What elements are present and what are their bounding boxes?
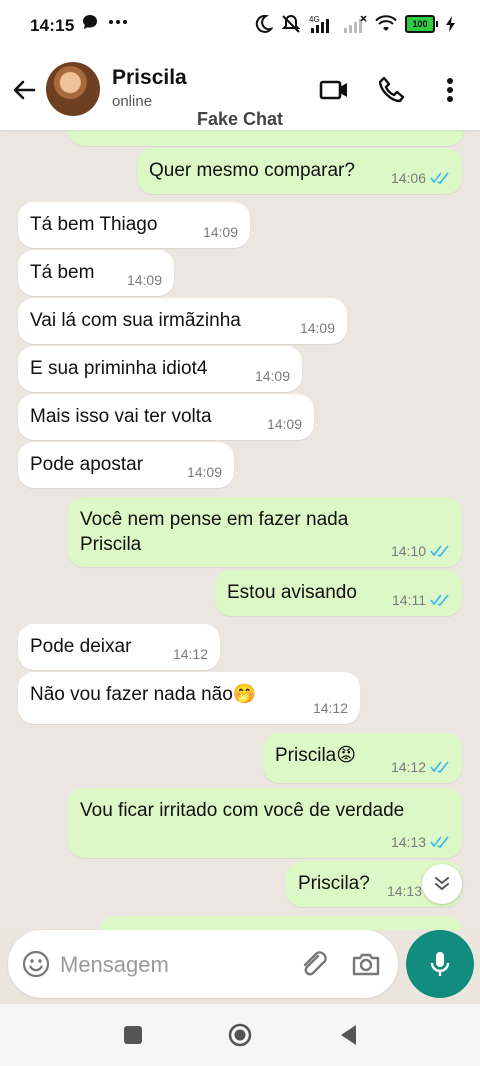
camera-icon[interactable] [350,948,382,980]
message-bubble-partial[interactable] [68,130,464,146]
message-bubble[interactable]: Pode deixar 14:12 [18,624,220,670]
message-time: 14:12 [390,759,426,775]
bell-off-icon [281,14,301,33]
chat-header: Priscila online Fake Chat [0,52,480,130]
message-bubble[interactable]: E sua priminha idiot4 14:09 [18,346,302,392]
contact-name[interactable]: Priscila [112,66,187,90]
message-text: Tá bem Thiago [30,214,158,235]
more-notifications-icon [109,20,127,24]
message-input[interactable] [58,946,292,984]
status-left-icons [82,14,128,30]
status-bar: 14:15 4G 100 [0,0,480,52]
battery-icon: 100 [405,15,438,33]
read-receipt-icon [430,761,449,773]
paperclip-icon[interactable] [298,948,330,980]
message-text: Vou ficar irritado com você de verdade [80,800,405,821]
message-text: Pode deixar [30,636,132,657]
message-text: Quer mesmo comparar? [149,160,355,181]
contact-status: online [112,93,153,110]
message-time: 14:09 [254,368,290,384]
message-time: 14:09 [202,224,238,240]
wifi-icon [375,15,397,31]
watermark-label: Fake Chat [196,109,284,129]
message-bubble[interactable]: Quer mesmo comparar? 14:06 [137,148,462,194]
more-options-icon[interactable] [434,74,466,106]
back-nav-icon[interactable] [336,1022,362,1048]
message-text: Priscila? [298,873,370,894]
message-list[interactable]: Quer mesmo comparar? 14:06 Tá bem Thiago… [0,130,480,930]
read-receipt-icon [430,172,449,184]
microphone-button[interactable] [406,930,474,998]
message-text: Vai lá com sua irmãzinha [30,310,241,331]
message-bubble[interactable]: Estou avisando 14:11 [215,570,462,616]
read-receipt-icon [430,836,449,848]
message-bubble[interactable]: Priscila😡 14:12 [263,733,462,783]
message-text: Priscila [275,745,337,766]
message-text-line1: Você nem pense em fazer nada [80,509,349,530]
status-right-icons: 4G 100 [253,14,456,34]
message-bubble[interactable]: Você nem pense em fazer nada Priscila 14… [68,497,462,567]
recent-apps-icon[interactable] [120,1022,146,1048]
message-time: 14:09 [126,272,162,288]
home-icon[interactable] [227,1022,253,1048]
message-time: 14:10 [390,543,426,559]
message-text: Tá bem [30,262,95,283]
avatar[interactable] [46,62,100,116]
message-text: E sua priminha idiot4 [30,358,208,379]
back-arrow-icon[interactable] [10,76,38,104]
message-bubble[interactable]: Mais isso vai ter volta 14:09 [18,394,314,440]
battery-level: 100 [405,15,435,33]
message-time: 14:09 [186,464,222,480]
signal-4g-icon: 4G [309,15,329,33]
read-receipt-icon [430,545,449,557]
charging-icon [446,16,455,32]
signal-icon [344,15,367,33]
message-bubble[interactable]: Não vou fazer nada não🤭 14:12 [18,672,360,724]
message-emoji: 😡 [336,745,357,766]
message-time: 14:13 [390,834,426,850]
system-nav-bar [0,1004,480,1066]
message-time: 14:09 [266,416,302,432]
message-emoji: 🤭 [232,684,257,705]
message-text: Estou avisando [227,582,357,603]
message-bubble[interactable]: Pode apostar 14:09 [18,442,234,488]
message-bubble[interactable]: Tá bem 14:09 [18,250,174,296]
scroll-to-bottom-button[interactable] [422,864,462,904]
message-bubble[interactable]: Vou ficar irritado com você de verdade 1… [68,788,462,858]
svg-text:4G: 4G [309,15,320,24]
chat-notification-icon [83,15,97,29]
video-call-icon[interactable] [318,74,350,106]
chevron-double-down-icon [435,877,449,890]
message-text-line2: Priscila [80,534,142,555]
message-time: 14:12 [172,646,208,662]
message-text: Não vou fazer nada não [30,684,233,705]
message-time: 14:12 [312,700,348,716]
message-composer [8,930,398,998]
microphone-icon [430,952,450,976]
message-time: 14:11 [392,592,426,608]
message-bubble-partial[interactable] [100,916,462,930]
message-time: 14:06 [390,170,426,186]
message-text: Mais isso vai ter volta [30,406,212,427]
message-time: 14:09 [299,320,335,336]
moon-icon [255,14,273,33]
status-time: 14:15 [30,16,75,35]
emoji-icon[interactable] [22,950,50,978]
phone-call-icon[interactable] [376,74,408,106]
message-time: 14:13 [386,883,422,899]
message-bubble[interactable]: Vai lá com sua irmãzinha 14:09 [18,298,347,344]
message-bubble[interactable]: Tá bem Thiago 14:09 [18,202,250,248]
read-receipt-icon [430,594,449,606]
message-text: Pode apostar [30,454,144,475]
